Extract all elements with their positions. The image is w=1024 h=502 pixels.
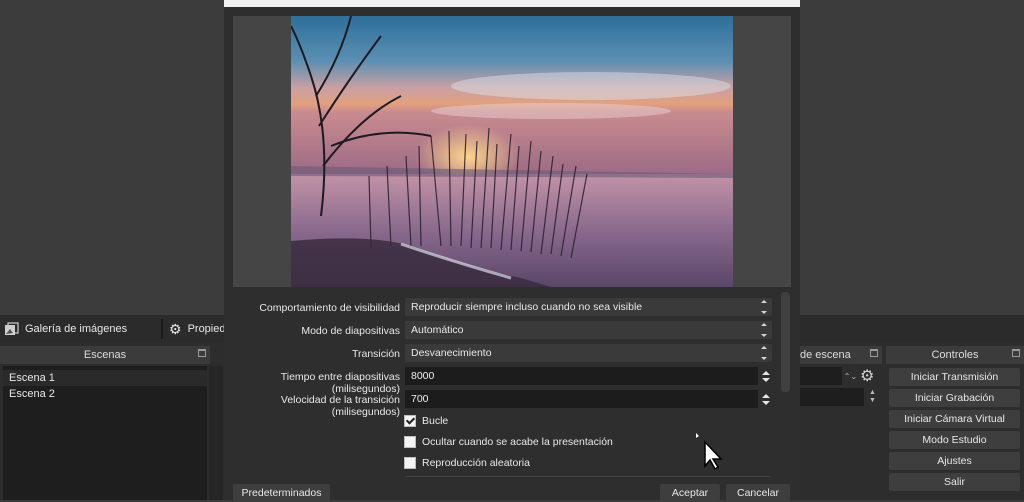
start-recording-button[interactable]: Iniciar Grabación xyxy=(889,389,1020,407)
controls-dock: Controles xyxy=(886,346,1024,364)
scenes-list: Escena 1 Escena 2 xyxy=(3,366,207,500)
transition-label: Transición xyxy=(351,348,400,360)
slide-time-label: Tiempo entre diapositivas (milisegundos) xyxy=(280,371,400,395)
slide-time-input[interactable]: 8000 xyxy=(405,367,758,385)
scenes-dock-title: Escenas xyxy=(0,346,210,364)
source-name: Galería de imágenes xyxy=(25,323,128,335)
spin-up-icon[interactable] xyxy=(762,370,770,375)
preview-image xyxy=(291,16,733,287)
transition-duration-spinner[interactable]: ▲ ▼ xyxy=(865,388,880,406)
random-label: Reproducción aleatoria xyxy=(422,457,530,469)
transition-select[interactable]: Desvanecimiento xyxy=(405,344,772,362)
transition-gear-icon[interactable]: ⚙ xyxy=(860,366,874,386)
cancel-button[interactable]: Cancelar xyxy=(726,484,790,502)
spin-down-icon[interactable] xyxy=(762,400,770,405)
scene-item-1[interactable]: Escena 1 xyxy=(3,370,207,386)
spin-down-icon[interactable] xyxy=(762,377,770,382)
transition-value: Desvanecimiento xyxy=(411,347,492,359)
start-virtual-camera-button[interactable]: Iniciar Cámara Virtual xyxy=(889,410,1020,428)
random-checkbox-row[interactable]: Reproducción aleatoria xyxy=(404,457,530,469)
hide-when-done-checkbox-row[interactable]: Ocultar cuando se acabe la presentación xyxy=(404,436,613,448)
slide-mode-label: Modo de diapositivas xyxy=(301,325,400,337)
transition-select[interactable] xyxy=(798,367,842,385)
controls-dock-title-text: Controles xyxy=(931,349,979,361)
image-gallery-icon xyxy=(5,321,19,335)
select-arrows-icon xyxy=(759,346,768,360)
loop-checkbox-row[interactable]: Bucle xyxy=(404,415,448,427)
scene-item-2[interactable]: Escena 2 xyxy=(3,386,207,402)
exit-button[interactable]: Salir xyxy=(889,473,1020,491)
controls-dock-title: Controles xyxy=(886,346,1024,364)
transitions-dock: de escena xyxy=(790,346,882,364)
dialog-titlebar[interactable] xyxy=(224,0,800,7)
dock-float-icon[interactable] xyxy=(1012,349,1020,357)
dock-float-icon[interactable] xyxy=(870,349,878,357)
transition-speed-label: Velocidad de la transición (milisegundos… xyxy=(280,394,400,418)
hide-when-done-checkbox[interactable] xyxy=(404,436,416,448)
random-checkbox[interactable] xyxy=(404,457,416,469)
slide-time-spinner[interactable] xyxy=(760,367,772,385)
dialog-divider xyxy=(405,476,771,477)
transitions-dock-title: de escena xyxy=(790,346,882,364)
source-selector[interactable]: Galería de imágenes xyxy=(4,315,127,343)
slide-mode-select[interactable]: Automático xyxy=(405,321,772,339)
visibility-label: Comportamiento de visibilidad xyxy=(259,302,400,314)
toolbar-separator xyxy=(161,319,163,339)
dock-float-icon[interactable] xyxy=(198,349,206,357)
visibility-select[interactable]: Reproducir siempre incluso cuando no sea… xyxy=(405,298,772,316)
spin-up-icon[interactable] xyxy=(762,393,770,398)
settings-button[interactable]: Ajustes xyxy=(889,452,1020,470)
properties-scrollbar[interactable] xyxy=(781,292,790,392)
gear-icon: ⚙ xyxy=(169,320,182,337)
transitions-dock-title-text: de escena xyxy=(800,349,851,361)
transition-duration-input[interactable] xyxy=(798,388,864,406)
scenes-scrollbar xyxy=(209,366,223,500)
defaults-button[interactable]: Predeterminados xyxy=(233,484,330,502)
hide-when-done-label: Ocultar cuando se acabe la presentación xyxy=(422,436,613,448)
accept-button[interactable]: Aceptar xyxy=(660,484,720,502)
slide-mode-value: Automático xyxy=(411,324,464,336)
start-streaming-button[interactable]: Iniciar Transmisión xyxy=(889,368,1020,386)
loop-label: Bucle xyxy=(422,415,449,427)
transition-select-arrows[interactable]: ⌃⌄ xyxy=(843,367,858,385)
scenes-dock: Escenas xyxy=(0,346,210,364)
transition-speed-input[interactable]: 700 xyxy=(405,390,758,408)
studio-mode-button[interactable]: Modo Estudio xyxy=(889,431,1020,449)
select-arrows-icon xyxy=(759,300,768,314)
select-arrows-icon xyxy=(759,323,768,337)
visibility-value: Reproducir siempre incluso cuando no sea… xyxy=(411,301,643,313)
loop-checkbox[interactable] xyxy=(404,415,416,427)
mouse-cursor-icon xyxy=(696,433,723,470)
scenes-dock-title-text: Escenas xyxy=(83,349,127,361)
transition-speed-spinner[interactable] xyxy=(760,390,772,408)
